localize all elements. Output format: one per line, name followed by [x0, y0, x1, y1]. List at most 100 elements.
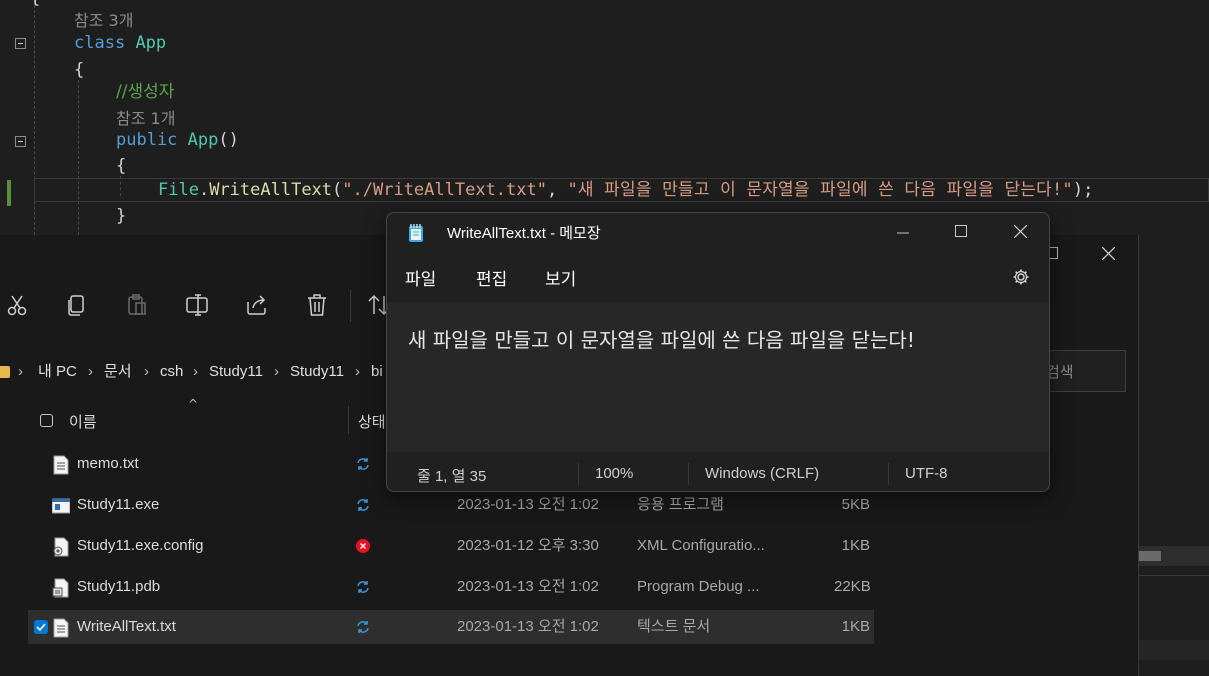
status-line-ending[interactable]: Windows (CRLF)	[705, 465, 819, 482]
punctuation: ()	[218, 130, 239, 150]
string-literal: "새 파일을 만들고 이 문자열을 파일에 쓴 다음 파일을 닫는다!"	[567, 180, 1073, 200]
collapse-icon[interactable]	[15, 38, 26, 49]
breadcrumb-chevron-icon: ›	[274, 363, 279, 380]
code-brace: {	[74, 60, 85, 80]
file-date: 2023-01-13 오전 1:02	[457, 496, 599, 513]
type-name: File	[158, 180, 199, 200]
keyword: public	[116, 130, 178, 150]
code-line-statement: File.WriteAllText("./WriteAllText.txt", …	[158, 178, 1093, 202]
select-all-checkbox[interactable]	[40, 414, 53, 427]
punctuation: (	[332, 180, 343, 200]
text-editing-area[interactable]: 새 파일을 만들고 이 문자열을 파일에 쓴 다음 파일을 닫는다!	[387, 302, 1049, 452]
indent-guide	[34, 0, 35, 240]
status-divider	[578, 463, 579, 485]
breadcrumb-item[interactable]: bi	[371, 360, 383, 384]
document-text: 새 파일을 만들고 이 문자열을 파일에 쓴 다음 파일을 닫는다!	[408, 328, 915, 352]
notepad-window: WriteAllText.txt - 메모장 파일 편집 보기 새 파일을 만들…	[386, 212, 1050, 492]
check-icon	[36, 623, 46, 632]
background-divider	[1139, 575, 1209, 576]
code-comment: //생성자	[116, 82, 175, 102]
breadcrumb-item[interactable]: 문서	[104, 360, 132, 384]
search-box[interactable]: 검색	[1040, 350, 1126, 392]
share-icon[interactable]	[244, 292, 270, 318]
string-literal: "./WriteAllText.txt"	[342, 180, 547, 200]
punctuation: );	[1072, 180, 1094, 200]
breadcrumb-item[interactable]: 내 PC	[38, 360, 77, 384]
breadcrumb-chevron-icon: ›	[355, 363, 360, 380]
column-divider[interactable]	[348, 406, 349, 434]
notepad-app-icon	[409, 224, 423, 242]
breadcrumb-chevron-icon: ›	[193, 363, 198, 380]
text-file-icon	[53, 618, 69, 638]
breadcrumb-chevron-icon: ›	[144, 363, 149, 380]
file-date: 2023-01-12 오후 3:30	[457, 537, 599, 554]
paste-icon[interactable]	[124, 292, 150, 318]
method-name: WriteAllText	[209, 180, 333, 200]
file-name: memo.txt	[77, 455, 139, 472]
settings-gear-icon[interactable]	[1012, 268, 1030, 286]
file-date: 2023-01-13 오전 1:02	[457, 618, 599, 635]
status-encoding[interactable]: UTF-8	[905, 465, 948, 482]
status-divider	[888, 463, 889, 485]
copy-icon[interactable]	[64, 292, 90, 318]
column-status[interactable]: 상태	[358, 411, 386, 432]
background-scrollbar	[1139, 546, 1209, 566]
code-editor[interactable]: { 참조 3개 class App { //생성자 참조 1개 public A…	[0, 0, 1209, 240]
file-size: 5KB	[841, 496, 870, 513]
codelens-references[interactable]: 참조 3개	[74, 9, 133, 33]
rename-icon[interactable]	[184, 292, 210, 318]
collapse-icon[interactable]	[15, 136, 26, 147]
cut-icon[interactable]	[4, 292, 30, 318]
maximize-icon[interactable]	[955, 225, 967, 237]
close-icon[interactable]	[1014, 225, 1027, 238]
file-type: Program Debug ...	[637, 578, 760, 595]
status-zoom[interactable]: 100%	[595, 465, 633, 482]
change-marker	[7, 180, 11, 206]
file-row-selected[interactable]: WriteAllText.txt 2023-01-13 오전 1:02 텍스트 …	[28, 610, 874, 644]
file-size: 22KB	[834, 578, 871, 595]
file-size: 1KB	[841, 537, 870, 554]
breadcrumb-item[interactable]: csh	[160, 360, 183, 384]
punctuation: ,	[546, 180, 568, 200]
delete-icon[interactable]	[304, 292, 330, 318]
column-name[interactable]: 이름	[69, 411, 97, 432]
code-brace: }	[116, 206, 127, 226]
file-row[interactable]: Study11.pdb 2023-01-13 오전 1:02 Program D…	[28, 570, 874, 604]
ctor-name: App	[187, 130, 219, 150]
sync-icon	[357, 499, 369, 511]
status-cursor-position: 줄 1, 열 35	[417, 468, 487, 485]
code-line-class: class App	[74, 31, 166, 55]
sort-ascending-icon: ^	[188, 397, 199, 411]
config-file-icon	[53, 537, 69, 557]
breadcrumb-chevron-icon: ›	[88, 363, 93, 380]
close-icon[interactable]	[1102, 247, 1115, 260]
file-row[interactable]: Study11.exe.config 2023-01-12 오후 3:30 XM…	[28, 529, 874, 563]
scrollbar-thumb[interactable]	[1139, 551, 1161, 561]
folder-icon	[0, 366, 10, 378]
code-brace: {	[116, 156, 127, 176]
text-file-icon	[53, 455, 69, 475]
file-size: 1KB	[841, 618, 870, 635]
error-icon	[356, 539, 370, 553]
breadcrumb-item[interactable]: Study11	[209, 360, 263, 384]
indent-guide	[78, 80, 79, 240]
breadcrumb-item[interactable]: Study11	[290, 360, 344, 384]
code-brace: {	[30, 0, 40, 10]
menu-edit[interactable]: 편집	[476, 265, 507, 290]
menu-file[interactable]: 파일	[405, 265, 436, 290]
sync-icon	[357, 458, 369, 470]
file-name: WriteAllText.txt	[77, 618, 176, 635]
code-line-ctor: public App()	[116, 128, 239, 152]
file-type: 텍스트 문서	[637, 618, 711, 635]
window-title: WriteAllText.txt - 메모장	[447, 225, 601, 242]
pdb-file-icon	[52, 578, 69, 598]
file-row[interactable]: Study11.exe 2023-01-13 오전 1:02 응용 프로그램 5…	[28, 488, 874, 522]
file-name: Study11.exe.config	[77, 537, 204, 554]
punctuation: .	[198, 180, 210, 200]
menu-view[interactable]: 보기	[545, 265, 576, 290]
sync-icon	[357, 621, 369, 633]
minimize-icon[interactable]	[897, 232, 909, 234]
file-date: 2023-01-13 오전 1:02	[457, 578, 599, 595]
row-checkbox-checked[interactable]	[34, 620, 48, 634]
class-name: App	[135, 33, 167, 53]
